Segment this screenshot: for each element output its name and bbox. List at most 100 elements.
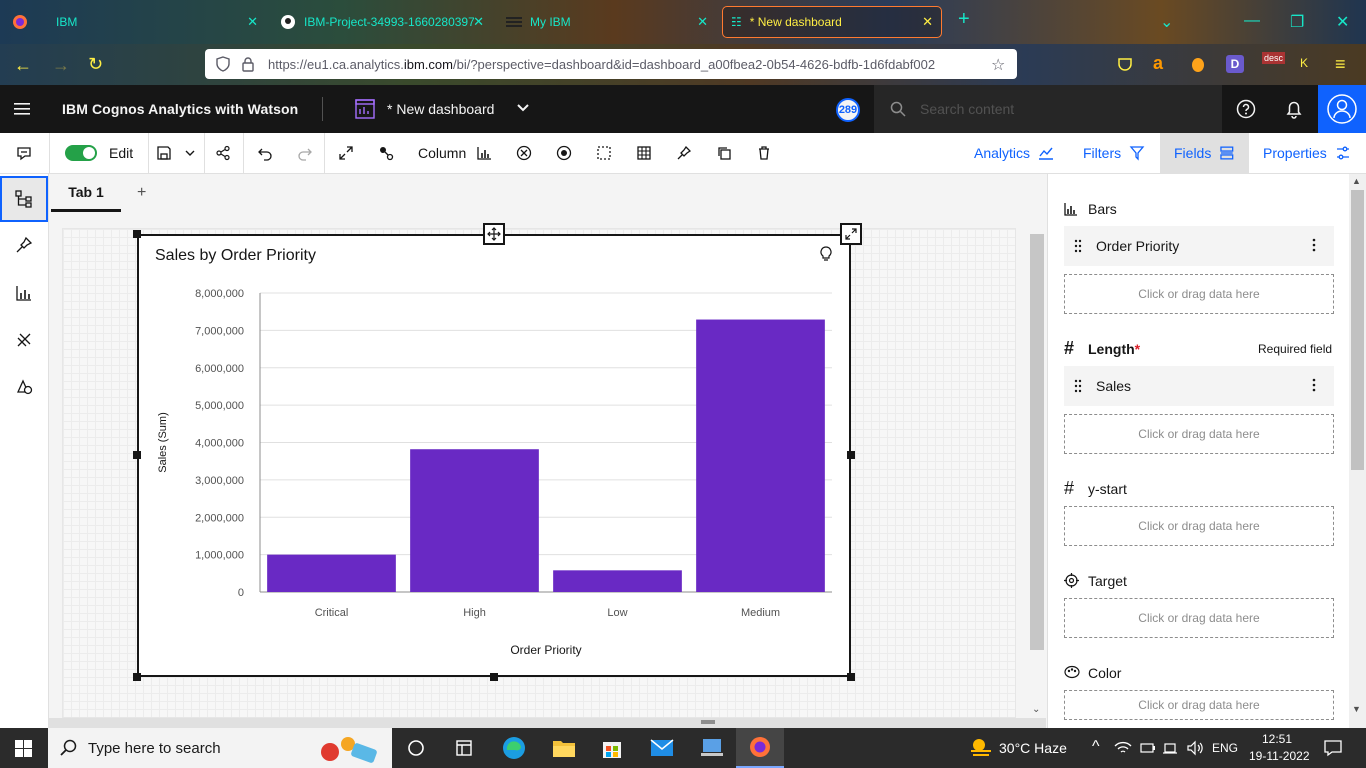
file-explorer-icon[interactable] xyxy=(540,728,588,768)
chart-widget[interactable]: Sales by Order Priority 0 1,000,000 2,000,… xyxy=(137,234,851,677)
bar-high[interactable] xyxy=(410,449,539,592)
bar-low[interactable] xyxy=(553,570,682,592)
notification-bell-icon[interactable] xyxy=(1284,99,1304,119)
scroll-down-icon[interactable]: ⌄ xyxy=(1032,704,1040,715)
windows-start-icon[interactable] xyxy=(15,740,32,757)
browser-tab-github[interactable]: IBM-Project-34993-1660280397 ✕ xyxy=(272,6,492,38)
window-close-icon[interactable]: ✕ xyxy=(1336,12,1349,32)
target-drop-zone[interactable]: Click or drag data here xyxy=(1064,598,1334,638)
tab-fields[interactable]: Fields xyxy=(1160,133,1249,173)
taskbar-search-box[interactable]: Type here to search xyxy=(48,728,392,768)
user-avatar-button[interactable] xyxy=(1318,85,1366,133)
notification-center-icon[interactable] xyxy=(1324,739,1342,757)
close-icon[interactable]: ✕ xyxy=(922,14,933,30)
search-box[interactable] xyxy=(874,85,1222,133)
connect-icon[interactable] xyxy=(374,141,398,165)
delete-icon[interactable] xyxy=(752,141,776,165)
amazon-icon[interactable]: a xyxy=(1153,53,1163,74)
canvas-horizontal-scrollbar[interactable] xyxy=(49,718,1046,728)
task-view-icon[interactable] xyxy=(392,728,440,768)
share-icon[interactable] xyxy=(211,141,235,165)
shield-icon[interactable] xyxy=(215,56,231,72)
extension-orange-icon[interactable] xyxy=(1190,55,1206,73)
length-field[interactable]: Sales xyxy=(1064,366,1334,406)
battery-icon[interactable] xyxy=(1140,741,1156,755)
length-drop-zone[interactable]: Click or drag data here xyxy=(1064,414,1334,454)
pc-icon[interactable] xyxy=(688,728,736,768)
edit-toggle[interactable] xyxy=(65,145,97,161)
maximize-widget-button[interactable] xyxy=(840,223,862,245)
chevron-up-icon[interactable]: ^ xyxy=(1092,738,1100,756)
bars-field[interactable]: Order Priority xyxy=(1064,226,1334,266)
pin-rail-button[interactable] xyxy=(0,222,48,268)
extension-k-icon[interactable]: K xyxy=(1300,56,1308,70)
select-area-icon[interactable] xyxy=(592,141,616,165)
search-input[interactable] xyxy=(920,98,1210,120)
insights-icon[interactable] xyxy=(552,141,576,165)
save-icon[interactable] xyxy=(152,141,176,165)
tab-properties[interactable]: Properties xyxy=(1249,133,1365,173)
table-icon[interactable] xyxy=(632,141,656,165)
overflow-menu-icon[interactable] xyxy=(1312,237,1316,253)
resize-handle-bottom-left[interactable] xyxy=(133,673,141,681)
resize-handle-bottom[interactable] xyxy=(490,673,498,681)
minimize-icon[interactable]: — xyxy=(1244,12,1260,30)
resize-handle-left[interactable] xyxy=(133,451,141,459)
wifi-icon[interactable] xyxy=(1162,740,1178,756)
dashboard-name[interactable]: * New dashboard xyxy=(387,101,494,117)
ystart-drop-zone[interactable]: Click or drag data here xyxy=(1064,506,1334,546)
resize-handle-right[interactable] xyxy=(847,451,855,459)
microsoft-store-icon[interactable] xyxy=(588,728,636,768)
network-icon[interactable] xyxy=(1114,740,1132,756)
duplicate-icon[interactable] xyxy=(712,141,736,165)
resize-handle-top-left[interactable] xyxy=(133,230,141,238)
restore-icon[interactable]: ❐ xyxy=(1290,12,1304,32)
redo-icon[interactable] xyxy=(293,141,317,165)
close-icon[interactable]: ✕ xyxy=(697,14,708,30)
visualization-palette-icon[interactable] xyxy=(512,141,536,165)
move-handle[interactable] xyxy=(483,223,505,245)
weather-text[interactable]: 30°C Haze xyxy=(999,740,1067,756)
color-drop-zone[interactable]: Click or drag data here xyxy=(1064,690,1334,720)
column-chart-icon[interactable] xyxy=(472,141,496,165)
browser-tab-dashboard[interactable]: ☷ * New dashboard ✕ xyxy=(722,6,942,38)
firefox-taskbar-icon[interactable] xyxy=(736,728,784,768)
url-bar[interactable]: https://eu1.ca.analytics.ibm.com/bi/?per… xyxy=(205,49,1017,79)
close-icon[interactable]: ✕ xyxy=(247,14,258,30)
add-tab-button[interactable]: + xyxy=(137,184,146,202)
notification-count-badge[interactable]: 289 xyxy=(836,98,860,122)
reload-icon[interactable]: ↻ xyxy=(88,54,103,75)
language-indicator[interactable]: ENG xyxy=(1212,741,1238,755)
close-icon[interactable]: ✕ xyxy=(473,14,484,30)
extension-d-icon[interactable]: D xyxy=(1226,55,1244,73)
tab-list-chevron-icon[interactable]: ⌄ xyxy=(1160,12,1173,32)
edge-browser-icon[interactable] xyxy=(490,728,538,768)
scroll-up-icon[interactable]: ▲ xyxy=(1352,176,1361,186)
scrollbar-thumb[interactable] xyxy=(1030,234,1044,650)
clock-date[interactable]: 19-11-2022 xyxy=(1249,749,1310,763)
help-icon[interactable] xyxy=(1236,99,1256,119)
pin-icon[interactable] xyxy=(672,141,696,165)
tab-analytics[interactable]: Analytics xyxy=(960,133,1068,173)
canvas-vertical-scrollbar[interactable]: ⌄ xyxy=(1030,228,1044,718)
widgets-taskbar-icon[interactable] xyxy=(440,728,488,768)
visualization-type-label[interactable]: Column xyxy=(418,145,466,161)
browser-tab-ibm[interactable]: IBM ✕ xyxy=(48,6,266,38)
pocket-icon[interactable] xyxy=(1117,56,1133,72)
lock-icon[interactable] xyxy=(241,56,255,72)
visualizations-rail-button[interactable] xyxy=(0,270,48,316)
bar-critical[interactable] xyxy=(267,554,396,592)
undo-icon[interactable] xyxy=(253,141,277,165)
menu-hamburger-icon[interactable]: ≡ xyxy=(1335,54,1346,75)
overflow-menu-icon[interactable] xyxy=(1312,377,1316,393)
resize-handle-bottom-right[interactable] xyxy=(847,673,855,681)
back-arrow-icon[interactable]: ← xyxy=(14,55,32,76)
resize-grip[interactable] xyxy=(701,720,715,724)
drag-handle-icon[interactable] xyxy=(1074,379,1082,393)
forward-arrow-icon[interactable]: → xyxy=(52,55,70,76)
data-sources-button[interactable] xyxy=(0,176,48,222)
widgets-rail-button[interactable] xyxy=(0,317,48,363)
assistant-rail-button[interactable] xyxy=(0,363,48,409)
chevron-down-icon[interactable] xyxy=(515,99,531,115)
weather-haze-icon[interactable] xyxy=(968,736,994,760)
